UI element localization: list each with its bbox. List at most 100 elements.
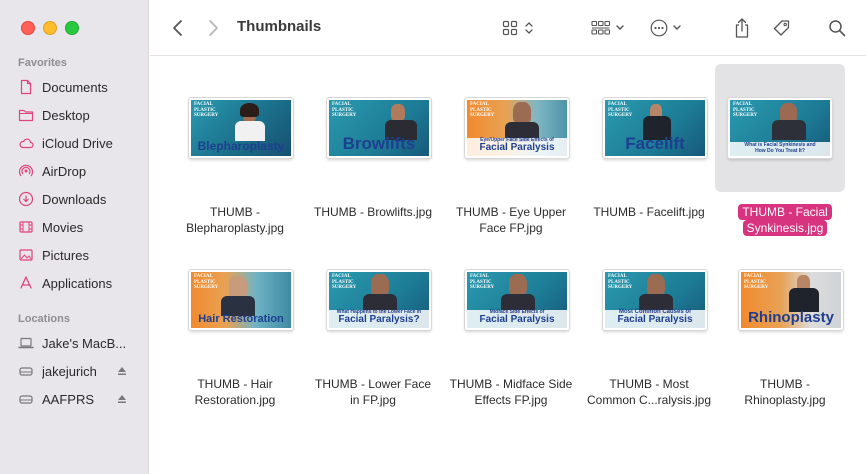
thumbnail-logo: FACIAL PLASTIC SURGERY bbox=[332, 274, 357, 290]
file-thumbnail: FACIAL PLASTIC SURGERY Hair Restoration bbox=[189, 270, 293, 330]
chevron-down-icon bbox=[616, 25, 624, 30]
eject-icon[interactable] bbox=[115, 364, 129, 378]
photo-icon bbox=[18, 247, 34, 263]
folder-icon bbox=[18, 107, 34, 123]
sidebar-item-applications[interactable]: Applications bbox=[18, 272, 143, 294]
sidebar-item-label: Movies bbox=[42, 219, 84, 235]
forward-button[interactable] bbox=[203, 17, 223, 39]
search-button[interactable] bbox=[826, 17, 848, 39]
file-thumbnail: FACIAL PLASTIC SURGERY Blepharoplasty bbox=[189, 98, 293, 158]
thumbnail-area: FACIAL PLASTIC SURGERY Blepharoplasty bbox=[177, 64, 293, 192]
window-controls bbox=[21, 21, 79, 35]
chevron-right-icon bbox=[209, 20, 218, 36]
file-name: THUMB - Facial Synkinesis.jpg bbox=[708, 204, 862, 236]
sidebar-item-downloads[interactable]: Downloads bbox=[18, 188, 143, 210]
sidebar-item-icloud-drive[interactable]: iCloud Drive bbox=[18, 132, 143, 154]
file-thumbnail: FACIAL PLASTIC SURGERY Midface Side Effe… bbox=[465, 270, 569, 330]
chevron-left-icon bbox=[173, 20, 182, 36]
file-name: THUMB - Blepharoplasty.jpg bbox=[186, 205, 284, 235]
file-thumbnail: FACIAL PLASTIC SURGERY Browlifts bbox=[327, 98, 431, 158]
file-name: THUMB - Browlifts.jpg bbox=[313, 205, 432, 219]
back-button[interactable] bbox=[168, 17, 188, 39]
thumbnail-area: FACIAL PLASTIC SURGERY Facelift bbox=[591, 64, 707, 192]
thumbnail-caption: Facial Paralysis bbox=[479, 142, 555, 153]
file-thumbnail: FACIAL PLASTIC SURGERY Most Common Cause… bbox=[603, 270, 707, 330]
thumbnail-area: FACIAL PLASTIC SURGERY Eye/Upper Face Si… bbox=[453, 64, 569, 192]
window-title: Thumbnails bbox=[237, 18, 322, 35]
file-grid: FACIAL PLASTIC SURGERY Blepharoplasty TH… bbox=[150, 56, 866, 474]
thumbnail-caption: Facelift bbox=[625, 134, 685, 153]
thumbnail-logo: FACIAL PLASTIC SURGERY bbox=[470, 274, 495, 290]
sidebar-item-airdrop[interactable]: AirDrop bbox=[18, 160, 143, 182]
film-icon bbox=[18, 219, 34, 235]
search-icon bbox=[829, 20, 846, 37]
thumbnail-area: FACIAL PLASTIC SURGERY Midface Side Effe… bbox=[453, 236, 569, 364]
fullscreen-window-button[interactable] bbox=[65, 21, 79, 35]
thumbnail-logo: FACIAL PLASTIC SURGERY bbox=[194, 102, 219, 118]
file-name: THUMB - Lower Face in FP.jpg bbox=[314, 377, 432, 407]
thumbnail-area: FACIAL PLASTIC SURGERY Most Common Cause… bbox=[591, 236, 707, 364]
thumbnail-logo: FACIAL PLASTIC SURGERY bbox=[608, 274, 633, 290]
sidebar-item-jakejurich[interactable]: jakejurich bbox=[18, 360, 143, 382]
thumbnail-caption: Browlifts bbox=[342, 134, 416, 153]
thumbnail-logo: FACIAL PLASTIC SURGERY bbox=[332, 102, 357, 118]
close-window-button[interactable] bbox=[21, 21, 35, 35]
thumbnail-caption: Facial Paralysis? bbox=[338, 314, 420, 325]
document-icon bbox=[18, 79, 34, 95]
thumbnail-caption: Facial Paralysis bbox=[479, 314, 555, 325]
sidebar: Favorites Documents Desktop iCloud Drive… bbox=[0, 0, 149, 474]
file-name: THUMB - Facelift.jpg bbox=[593, 205, 705, 219]
thumbnail-area: FACIAL PLASTIC SURGERY Hair Restoration bbox=[177, 236, 293, 364]
minimize-window-button[interactable] bbox=[43, 21, 57, 35]
thumbnail-logo: FACIAL PLASTIC SURGERY bbox=[744, 274, 769, 290]
tags-button[interactable] bbox=[770, 16, 794, 40]
download-icon bbox=[18, 191, 34, 207]
thumbnail-area: FACIAL PLASTIC SURGERY What Happens to t… bbox=[315, 236, 431, 364]
thumbnail-area: FACIAL PLASTIC SURGERY Rhinoplasty bbox=[727, 236, 843, 364]
view-mode-button[interactable] bbox=[497, 17, 539, 39]
sidebar-item-desktop[interactable]: Desktop bbox=[18, 104, 143, 126]
tag-icon bbox=[773, 20, 790, 36]
file-thumbnail: FACIAL PLASTIC SURGERY What is Facial Sy… bbox=[728, 98, 832, 158]
sidebar-item-pictures[interactable]: Pictures bbox=[18, 244, 143, 266]
thumbnail-logo: FACIAL PLASTIC SURGERY bbox=[194, 274, 219, 290]
chevron-down-icon bbox=[673, 25, 681, 30]
thumbnail-logo: FACIAL PLASTIC SURGERY bbox=[733, 102, 758, 118]
thumbnail-caption: Facial Paralysis bbox=[617, 314, 693, 325]
file-name: THUMB - Midface Side Effects FP.jpg bbox=[449, 377, 573, 407]
file-thumbnail: FACIAL PLASTIC SURGERY Facelift bbox=[603, 98, 707, 158]
file-name: THUMB - Hair Restoration.jpg bbox=[194, 377, 276, 407]
sidebar-item-label: Desktop bbox=[42, 107, 90, 123]
selection-highlight: FACIAL PLASTIC SURGERY What is Facial Sy… bbox=[715, 64, 845, 192]
share-button[interactable] bbox=[731, 16, 753, 40]
file-name: THUMB - Most Common C...ralysis.jpg bbox=[586, 377, 712, 407]
sidebar-item-label: AAFPRS bbox=[42, 391, 95, 407]
sidebar-item-movies[interactable]: Movies bbox=[18, 216, 143, 238]
file-name: THUMB - Eye Upper Face FP.jpg bbox=[455, 205, 567, 235]
airdrop-icon bbox=[18, 163, 34, 179]
finder-window: Favorites Documents Desktop iCloud Drive… bbox=[0, 0, 866, 474]
sidebar-item-label: Applications bbox=[42, 275, 113, 291]
file-name: THUMB - Rhinoplasty.jpg bbox=[744, 377, 826, 407]
thumbnail-logo: FACIAL PLASTIC SURGERY bbox=[608, 102, 633, 118]
group-button[interactable] bbox=[588, 17, 628, 39]
ellipsis-circle-icon bbox=[650, 19, 668, 37]
action-menu-button[interactable] bbox=[646, 17, 686, 39]
sidebar-item-aafprs[interactable]: AAFPRS bbox=[18, 388, 143, 410]
sidebar-item-macbook[interactable]: Jake's MacB... bbox=[18, 332, 143, 354]
file-thumbnail: FACIAL PLASTIC SURGERY Rhinoplasty bbox=[739, 270, 843, 330]
cloud-icon bbox=[18, 135, 34, 151]
sidebar-item-documents[interactable]: Documents bbox=[18, 76, 143, 98]
icon-view-icon bbox=[502, 20, 518, 36]
laptop-icon bbox=[18, 335, 34, 351]
eject-icon[interactable] bbox=[115, 392, 129, 406]
sidebar-item-label: jakejurich bbox=[42, 363, 97, 379]
thumbnail-subcaption: What is Facial Synkinesis and How Do You… bbox=[744, 142, 816, 154]
thumbnail-logo: FACIAL PLASTIC SURGERY bbox=[470, 102, 495, 118]
group-grid-icon bbox=[591, 20, 611, 35]
file-thumbnail: FACIAL PLASTIC SURGERY Eye/Upper Face Si… bbox=[465, 98, 569, 158]
updown-chevron-icon bbox=[525, 22, 533, 34]
drive-icon bbox=[18, 363, 34, 379]
sidebar-item-label: Documents bbox=[42, 79, 108, 95]
sidebar-item-label: iCloud Drive bbox=[42, 135, 113, 151]
